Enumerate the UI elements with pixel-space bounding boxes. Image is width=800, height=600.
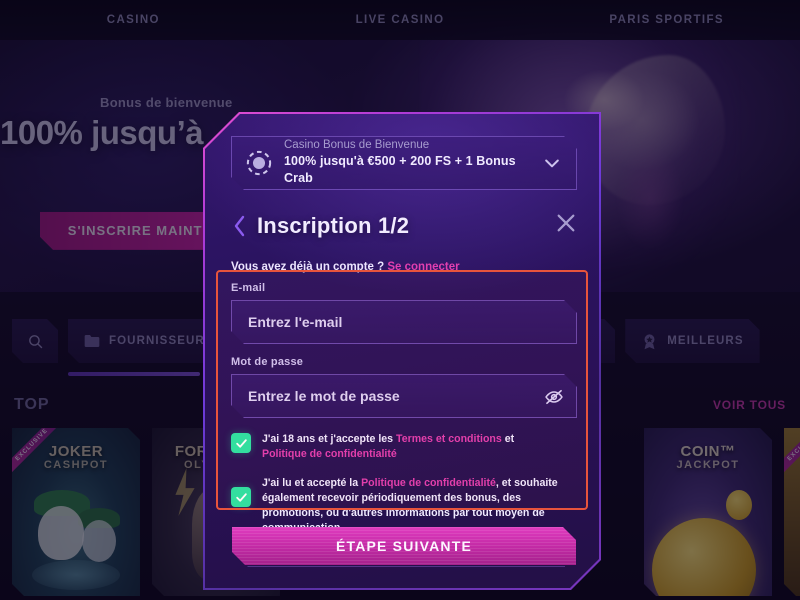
consent-marketing-text-part1: J'ai lu et accepté la [262, 477, 362, 489]
consent-age-row[interactable]: J'ai 18 ans et j'accepte les Termes et c… [231, 432, 575, 462]
registration-modal: Casino Bonus de Bienvenue 100% jusqu'à €… [203, 112, 601, 590]
chevron-left-icon [233, 215, 247, 237]
casino-chip-icon [246, 150, 272, 176]
consent-age-checkbox[interactable] [231, 433, 251, 453]
close-icon [555, 212, 577, 234]
consent-marketing-checkbox[interactable] [231, 487, 251, 507]
privacy-link-2[interactable]: Politique de confidentialité [361, 477, 496, 489]
next-step-label: ÉTAPE SUIVANTE [335, 538, 473, 554]
password-label: Mot de passe [231, 356, 304, 368]
terms-link[interactable]: Termes et conditions [396, 433, 502, 445]
modal-header: Inscription 1/2 [227, 206, 581, 246]
password-input[interactable]: Entrez le mot de passe [231, 374, 577, 418]
password-field-group: Mot de passe Entrez le mot de passe [231, 356, 577, 418]
next-step-button[interactable]: ÉTAPE SUIVANTE [232, 527, 576, 565]
privacy-link-1[interactable]: Politique de confidentialité [262, 448, 397, 460]
check-icon [235, 491, 248, 504]
bonus-selector-subtitle: Casino Bonus de Bienvenue [284, 139, 430, 152]
back-button[interactable] [227, 211, 253, 241]
consent-age-text-part1: J'ai 18 ans et j'accepte les [262, 433, 397, 445]
have-account-row: Vous avez déjà un compte ? Se connecter [231, 261, 460, 273]
email-placeholder: Entrez l'e-mail [248, 314, 343, 330]
modal-bottom-accent [235, 566, 565, 582]
screen-root: CASINO LIVE CASINO PARIS SPORTIFS Bonus … [0, 0, 800, 600]
chevron-down-icon[interactable] [542, 153, 562, 173]
bonus-selector-texts: Casino Bonus de Bienvenue 100% jusqu'à €… [284, 139, 542, 187]
consent-age-text: J'ai 18 ans et j'accepte les Termes et c… [262, 432, 514, 462]
close-button[interactable] [551, 208, 581, 238]
password-placeholder: Entrez le mot de passe [248, 388, 400, 404]
bonus-selector-title: 100% jusqu'à €500 + 200 FS + 1 Bonus Cra… [284, 154, 516, 185]
consent-age-text-part2: et [501, 433, 515, 445]
modal-body: Casino Bonus de Bienvenue 100% jusqu'à €… [205, 114, 599, 588]
modal-title: Inscription 1/2 [257, 213, 410, 238]
check-icon [235, 437, 248, 450]
email-field-group: E-mail Entrez l'e-mail [231, 282, 577, 344]
eye-off-icon[interactable] [544, 387, 564, 407]
bonus-selector[interactable]: Casino Bonus de Bienvenue 100% jusqu'à €… [231, 136, 577, 190]
login-link[interactable]: Se connecter [387, 261, 459, 273]
have-account-text: Vous avez déjà un compte ? [231, 261, 385, 273]
email-input[interactable]: Entrez l'e-mail [231, 300, 577, 344]
email-label: E-mail [231, 282, 266, 294]
